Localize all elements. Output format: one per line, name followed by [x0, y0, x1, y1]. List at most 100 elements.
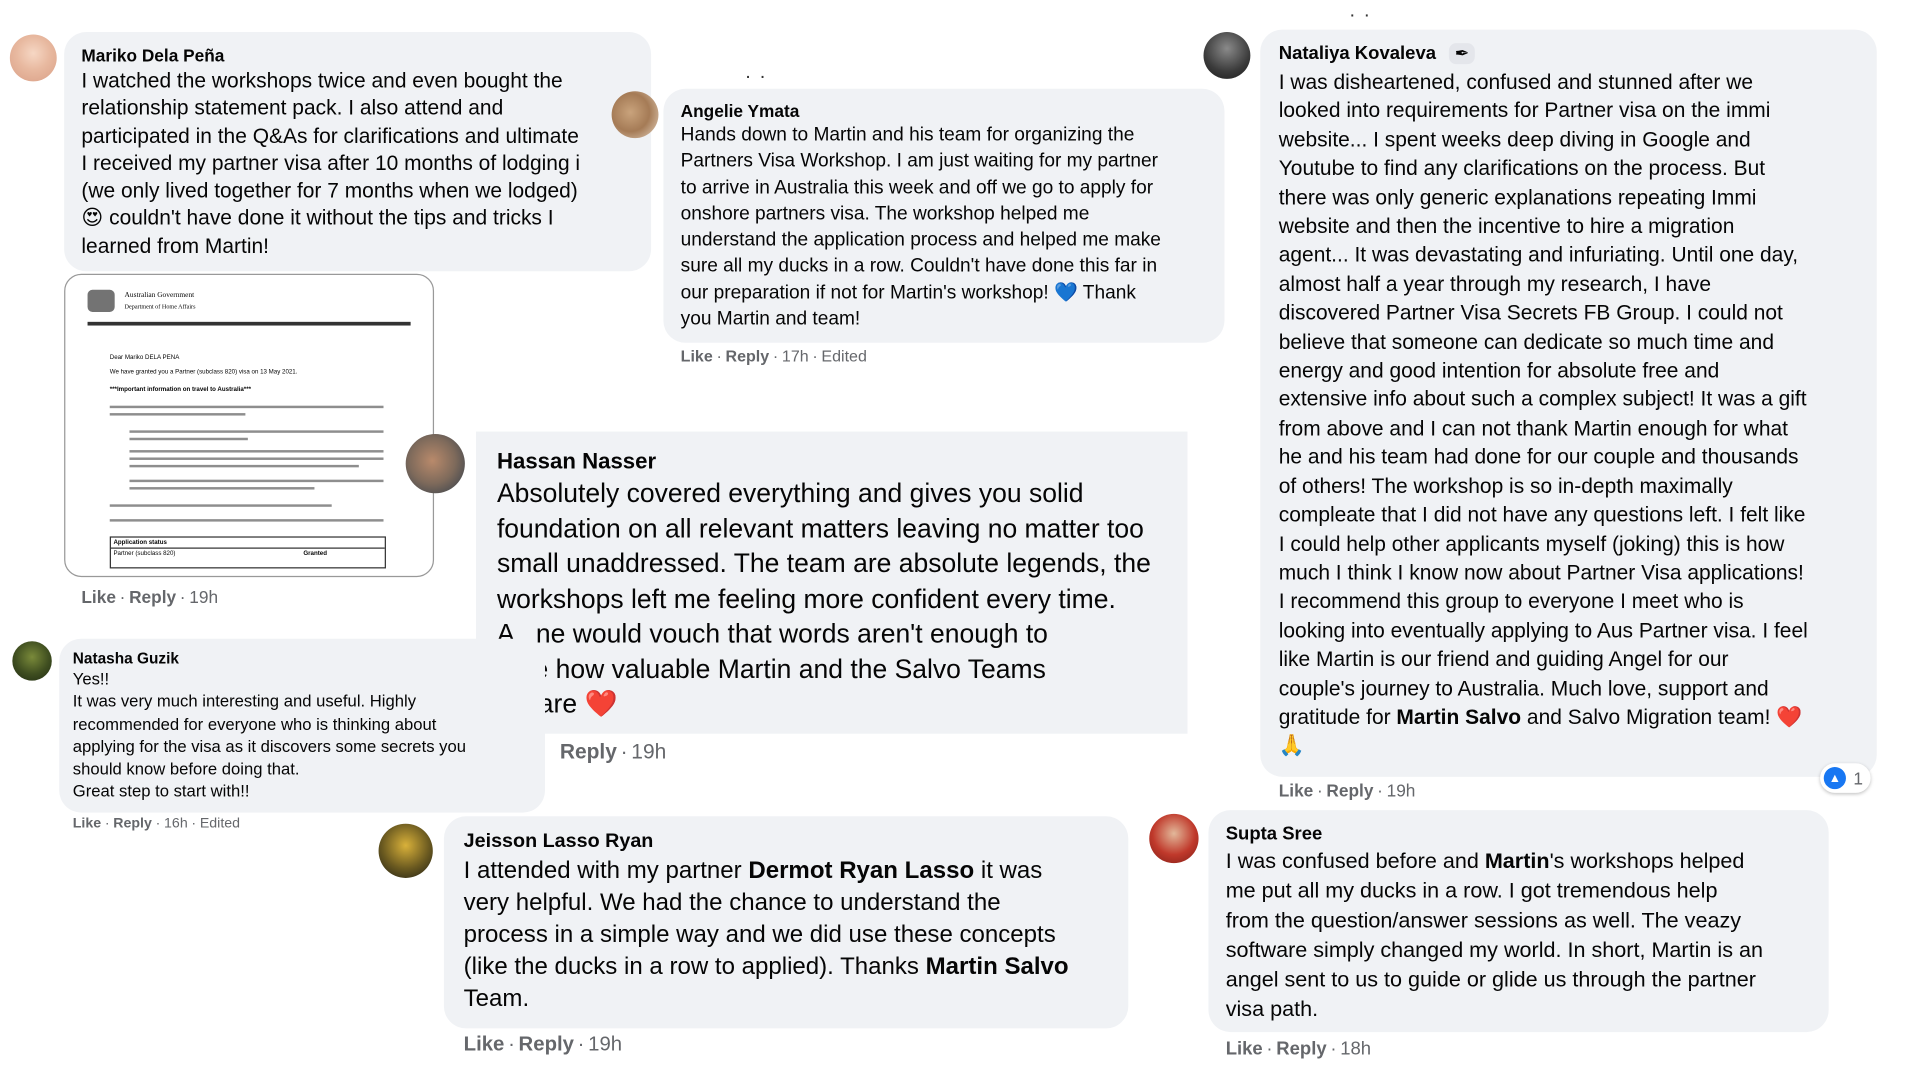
reply-link[interactable]: Reply — [113, 816, 152, 831]
coat-of-arms-icon — [87, 289, 115, 312]
comment-text: it was — [974, 857, 1043, 885]
doc-line — [109, 519, 384, 522]
comment-text: website and then the incentive to hire a… — [1278, 214, 1735, 239]
mention-link[interactable]: Dermot Ryan Lasso — [748, 857, 974, 884]
edited-label[interactable]: Edited — [200, 816, 240, 831]
timestamp[interactable]: 16h — [164, 816, 188, 831]
timestamp[interactable]: 19h — [588, 1033, 622, 1055]
like-link[interactable]: Like — [1226, 1038, 1263, 1059]
like-reaction-icon: ▲ — [1823, 766, 1846, 790]
doc-rule — [87, 321, 411, 326]
avatar[interactable] — [12, 641, 52, 681]
comment-text: ibe how valuable Martin and the Salvo Te… — [496, 654, 1046, 684]
top-fan-pencil-icon: ✒ — [1448, 43, 1476, 65]
comment-text: software simply changed my world. In sho… — [1225, 937, 1764, 962]
comment-text: relationship statement pack. I also atte… — [81, 96, 504, 120]
comment-text: A ne would vouch that words aren't enoug… — [496, 619, 1048, 649]
reply-link[interactable]: Reply — [1276, 1038, 1326, 1059]
like-link[interactable]: Like — [1279, 781, 1314, 801]
comment-text: to arrive in Australia this week and off… — [680, 177, 1154, 199]
timestamp[interactable]: 19h — [1387, 781, 1416, 801]
avatar[interactable] — [1203, 32, 1251, 79]
doc-line — [109, 504, 332, 507]
doc-status-row: Partner (subclass 820) — [113, 549, 176, 558]
like-link[interactable]: Like — [81, 587, 116, 607]
timestamp[interactable]: 19h — [631, 740, 666, 763]
timestamp[interactable]: 19h — [189, 587, 218, 607]
comment-text: workshops left me feeling more confident… — [496, 583, 1116, 614]
avatar[interactable] — [611, 91, 659, 139]
reply-link[interactable]: Reply — [1326, 781, 1373, 801]
comment-author[interactable]: Jeisson Lasso Ryan — [464, 831, 1109, 853]
comment-author[interactable]: Natasha Guzik — [73, 650, 532, 667]
comment-author[interactable]: Nataliya Kovaleva ✒ — [1279, 43, 1859, 65]
like-link[interactable]: Like — [73, 816, 101, 831]
doc-line — [129, 479, 384, 483]
doc-status-table: Application status Partner (subclass 820… — [109, 536, 386, 569]
reply-link[interactable]: Reply — [726, 347, 770, 365]
comment-author[interactable]: Hassan Nasser — [497, 449, 1167, 475]
heart-eyes-emoji: 😍 — [81, 206, 104, 230]
comment-text: 's workshops helped — [1549, 848, 1745, 874]
comment-text: I could help other applicants myself (jo… — [1278, 532, 1785, 556]
reply-link[interactable]: Reply — [129, 587, 176, 607]
doc-intro: We have granted you a Partner (subclass … — [109, 368, 298, 377]
doc-subheader: Department of Home Affairs — [124, 304, 196, 311]
timestamp[interactable]: 17h — [782, 347, 809, 365]
like-link[interactable]: Like — [464, 1033, 505, 1055]
comment-actions: Like · Reply · 19h — [1278, 780, 1416, 801]
comment-text: I was confused before and — [1225, 848, 1485, 874]
comment-text: onshore partners visa. The workshop help… — [680, 203, 1090, 225]
comment-text: believe that someone can dedicate so muc… — [1278, 330, 1774, 354]
comment-text: It was very much interesting and useful.… — [72, 692, 417, 711]
doc-line — [109, 413, 246, 416]
mention-link[interactable]: Martin — [1485, 848, 1550, 873]
comment-text: there was only generic explanations repe… — [1278, 185, 1757, 210]
decoration-dots: · · — [744, 66, 768, 88]
avatar[interactable] — [1149, 813, 1199, 864]
edited-label[interactable]: Edited — [821, 347, 866, 365]
doc-line — [129, 464, 359, 468]
comment-text: extensive info about such a complex subj… — [1278, 387, 1807, 412]
reply-link[interactable]: Reply — [519, 1033, 574, 1055]
comment-bubble-hassan: Hassan Nasser Absolutely covered everyth… — [475, 431, 1188, 734]
comment-text: I attended with my partner — [463, 857, 749, 885]
comment-text: almost half a year through my research, … — [1278, 272, 1712, 296]
timestamp[interactable]: 18h — [1340, 1038, 1371, 1059]
comment-text: recommended for everyone who is thinking… — [72, 714, 437, 734]
comment-bubble-mariko: Mariko Dela Peña I watched the workshops… — [64, 32, 652, 272]
comment-text: s are ❤️ — [496, 689, 618, 719]
reaction-summary[interactable]: ▲ 1 — [1820, 763, 1871, 793]
avatar[interactable] — [405, 434, 465, 494]
doc-line — [109, 405, 384, 409]
comment-actions: Like · Reply · 18h — [1225, 1038, 1372, 1060]
comment-actions: Reply · 19h — [559, 739, 667, 764]
comment-text: applying for the visa as it discovers so… — [72, 737, 466, 756]
comment-text: I watched the workshops twice and even b… — [81, 69, 563, 93]
mention-link[interactable]: Martin Salvo — [926, 953, 1069, 980]
reply-link[interactable]: Reply — [560, 740, 617, 763]
comment-text: (like the ducks in a row to applied). Th… — [463, 953, 926, 981]
avatar[interactable] — [378, 823, 433, 878]
mention-link[interactable]: Martin Salvo — [1396, 705, 1521, 728]
comment-actions: Like · Reply · 19h — [463, 1033, 623, 1056]
comment-text: Partners Visa Workshop. I am just waitin… — [680, 150, 1158, 172]
avatar[interactable] — [9, 34, 57, 82]
comment-author[interactable]: Angelie Ymata — [681, 101, 1208, 121]
attached-document-image[interactable]: Australian Government Department of Home… — [64, 273, 435, 578]
like-link[interactable]: Like — [681, 347, 713, 365]
comment-text: should know before doing that. — [72, 759, 300, 779]
comment-text: me put all my ducks in a row. I got trem… — [1225, 877, 1718, 903]
comment-author[interactable]: Supta Sree — [1226, 824, 1812, 845]
comment-text: gratitude for — [1278, 705, 1397, 729]
comment-author[interactable]: Mariko Dela Peña — [81, 46, 633, 66]
comment-text: I recommend this group to everyone I mee… — [1278, 589, 1744, 614]
comment-text: learned from Martin! — [81, 234, 269, 258]
comment-text: very helpful. We had the chance to under… — [463, 889, 1001, 917]
comment-actions: Like · Reply · 19h — [81, 586, 219, 607]
comment-text: and Salvo Migration team! ❤️ — [1521, 705, 1803, 729]
comment-collage: Mariko Dela Peña I watched the workshops… — [0, 0, 1920, 1084]
comment-bubble-nataliya: Nataliya Kovaleva ✒ I was disheartened, … — [1260, 29, 1877, 777]
comment-text: Great step to start with!! — [72, 782, 250, 801]
comment-text: sure all my ducks in a row. Couldn't hav… — [680, 255, 1158, 277]
